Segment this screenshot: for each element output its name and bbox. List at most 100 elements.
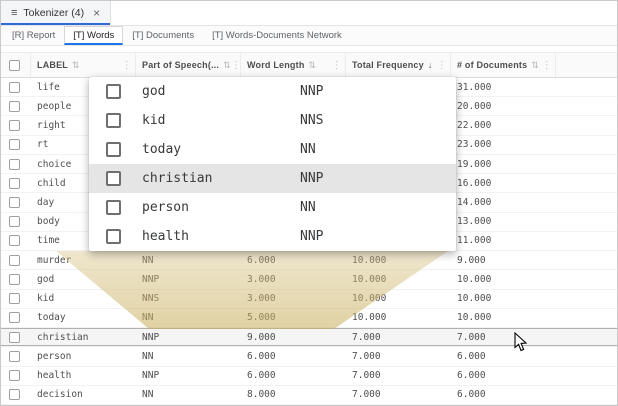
column-menu-icon[interactable]: ⋮ xyxy=(231,60,240,71)
row-checkbox-cell xyxy=(1,81,31,93)
overlay-row-pos: NN xyxy=(300,200,316,215)
cell-label: god xyxy=(37,273,55,285)
row-checkbox-cell xyxy=(1,197,31,209)
cell-total-frequency: 7.000 xyxy=(352,350,381,362)
table-row[interactable]: murder NN 6.000 10.000 9.000 xyxy=(1,251,617,271)
row-checkbox[interactable] xyxy=(9,293,20,305)
row-checkbox[interactable] xyxy=(9,273,20,285)
cell-documents: 14.000 xyxy=(457,197,492,209)
cell-label: christian xyxy=(37,331,89,343)
drag-overlay-row[interactable]: christian NNP xyxy=(89,164,456,193)
tab-t-documents[interactable]: [T] Documents xyxy=(123,26,203,45)
cell-word-length: 3.000 xyxy=(247,293,276,305)
cell-part-of-speech: NN xyxy=(142,389,154,401)
document-tabbar: ≡ Tokenizer (4) × xyxy=(1,1,617,26)
sort-icon[interactable]: ↓ xyxy=(428,60,433,70)
table-row[interactable]: health NNP 6.000 7.000 6.000 xyxy=(1,367,617,386)
row-checkbox[interactable] xyxy=(9,100,20,112)
table-row[interactable]: decision NN 8.000 7.000 6.000 xyxy=(1,386,617,405)
cell-part-of-speech: NN xyxy=(142,312,154,324)
cell-documents: 31.000 xyxy=(457,81,492,93)
column-menu-icon[interactable]: ⋮ xyxy=(437,60,447,71)
row-checkbox-cell xyxy=(1,235,31,247)
table-row[interactable]: today NN 5.000 10.000 10.000 xyxy=(1,309,617,329)
sort-icon[interactable]: ⇅ xyxy=(309,60,317,71)
tab-t-words-documents-network[interactable]: [T] Words-Documents Network xyxy=(203,26,351,45)
row-checkbox[interactable] xyxy=(9,177,20,189)
cell-word-length: 6.000 xyxy=(247,350,276,362)
hamburger-menu-icon[interactable]: ≡ xyxy=(11,7,17,19)
row-checkbox[interactable] xyxy=(9,312,20,324)
row-checkbox-cell xyxy=(1,120,31,132)
table-row[interactable]: kid NNS 3.000 10.000 10.000 xyxy=(1,290,617,309)
overlay-row-label: today xyxy=(142,142,182,157)
app-window: ≡ Tokenizer (4) × [R] Report [T] Words [… xyxy=(0,0,618,406)
column-menu-icon[interactable]: ⋮ xyxy=(332,60,342,71)
sort-icon[interactable]: ⇅ xyxy=(531,60,539,71)
row-checkbox[interactable] xyxy=(9,389,20,401)
cell-documents: 20.000 xyxy=(457,100,492,112)
view-tabbar: [R] Report [T] Words [T] Documents [T] W… xyxy=(1,26,617,46)
drag-overlay-row[interactable]: person NN xyxy=(89,193,456,222)
row-checkbox-cell xyxy=(1,254,31,266)
column-menu-icon[interactable]: ⋮ xyxy=(122,60,132,71)
row-checkbox[interactable] xyxy=(9,197,20,209)
overlay-row-pos: NNP xyxy=(300,84,324,99)
document-tab-title: Tokenizer (4) xyxy=(23,7,85,19)
drag-overlay-row[interactable]: god NNP xyxy=(89,77,456,106)
overlay-row-checkbox[interactable] xyxy=(106,200,121,215)
row-checkbox[interactable] xyxy=(9,331,20,343)
overlay-row-pos: NNP xyxy=(300,229,324,244)
cell-total-frequency: 7.000 xyxy=(352,389,381,401)
cell-label: health xyxy=(37,370,72,382)
cell-word-length: 8.000 xyxy=(247,389,276,401)
column-header[interactable]: # of Documents ⇅ ⋮ xyxy=(451,53,556,77)
table-row[interactable]: person NN 6.000 7.000 6.000 xyxy=(1,347,617,367)
column-header[interactable]: LABEL ⇅ ⋮ xyxy=(31,53,136,77)
cell-label: decision xyxy=(37,389,83,401)
cell-total-frequency: 10.000 xyxy=(352,293,387,305)
row-checkbox-cell xyxy=(1,331,31,343)
column-header[interactable]: Word Length ⇅ ⋮ xyxy=(241,53,346,77)
overlay-row-checkbox[interactable] xyxy=(106,171,121,186)
select-all-cell xyxy=(1,53,31,77)
column-menu-icon[interactable]: ⋮ xyxy=(542,60,552,71)
cell-word-length: 3.000 xyxy=(247,273,276,285)
column-header[interactable]: Part of Speech(... ⇅ ⋮ xyxy=(136,53,241,77)
cell-part-of-speech: NN xyxy=(142,350,154,362)
column-header-label: LABEL xyxy=(37,60,68,70)
drag-overlay-row[interactable]: health NNP xyxy=(89,222,456,251)
column-header[interactable]: Total Frequency ↓ ⋮ xyxy=(346,53,451,77)
row-checkbox[interactable] xyxy=(9,158,20,170)
table-header: LABEL ⇅ ⋮ Part of Speech(... ⇅ ⋮ Word Le… xyxy=(1,52,617,78)
tab-r-report[interactable]: [R] Report xyxy=(3,26,64,45)
cell-documents: 10.000 xyxy=(457,312,492,324)
table-row[interactable]: god NNP 3.000 10.000 10.000 xyxy=(1,270,617,290)
drag-overlay-row[interactable]: today NN xyxy=(89,135,456,164)
select-all-checkbox[interactable] xyxy=(9,59,20,71)
overlay-row-checkbox[interactable] xyxy=(106,84,121,99)
row-checkbox[interactable] xyxy=(9,370,20,382)
row-checkbox[interactable] xyxy=(9,235,20,247)
overlay-row-checkbox[interactable] xyxy=(106,113,121,128)
row-checkbox[interactable] xyxy=(9,216,20,228)
document-tab-tokenizer[interactable]: ≡ Tokenizer (4) × xyxy=(1,1,112,25)
row-checkbox[interactable] xyxy=(9,81,20,93)
cell-total-frequency: 7.000 xyxy=(352,370,381,382)
cell-documents: 13.000 xyxy=(457,216,492,228)
table-row[interactable]: christian NNP 9.000 7.000 7.000 xyxy=(1,328,617,348)
sort-icon[interactable]: ⇅ xyxy=(223,60,231,71)
row-checkbox[interactable] xyxy=(9,120,20,132)
close-tab-icon[interactable]: × xyxy=(93,6,100,20)
row-checkbox[interactable] xyxy=(9,254,20,266)
row-checkbox[interactable] xyxy=(9,139,20,151)
row-checkbox[interactable] xyxy=(9,350,20,362)
tab-t-words[interactable]: [T] Words xyxy=(64,26,124,45)
overlay-row-checkbox[interactable] xyxy=(106,229,121,244)
row-checkbox-cell xyxy=(1,139,31,151)
sort-icon[interactable]: ⇅ xyxy=(72,60,80,71)
overlay-row-checkbox[interactable] xyxy=(106,142,121,157)
drag-overlay-row[interactable]: kid NNS xyxy=(89,106,456,135)
drag-overlay: god NNP kid NNS today NN christian NNP p… xyxy=(89,77,456,251)
column-header-label: Word Length xyxy=(247,60,305,70)
